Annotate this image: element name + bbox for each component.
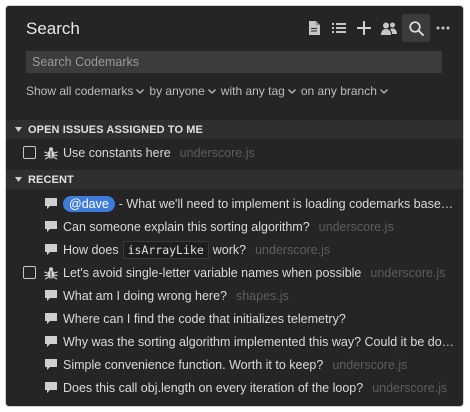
chevron-down-icon [287, 88, 296, 94]
list-item[interactable]: Why was the sorting algorithm implemente… [6, 330, 463, 353]
section-header-recent[interactable]: RECENT [6, 170, 463, 189]
list-item[interactable]: Use constants here underscore.js [6, 141, 463, 164]
collapse-triangle-icon [15, 127, 22, 132]
comment-icon [43, 357, 58, 372]
search-input[interactable] [26, 51, 442, 73]
more-icon[interactable] [431, 14, 455, 42]
file-name[interactable]: shapes.js [236, 289, 289, 303]
list-item[interactable]: What am I doing wrong here? shapes.js [6, 284, 463, 307]
mention-badge[interactable]: @dave [63, 195, 115, 212]
list-item[interactable]: Let's avoid single-letter variable names… [6, 261, 463, 284]
list-item[interactable]: Can someone explain this sorting algorit… [6, 215, 463, 238]
section-header-open-issues[interactable]: OPEN ISSUES ASSIGNED TO ME [6, 120, 463, 139]
file-name[interactable]: underscore.js [370, 266, 445, 280]
team-icon[interactable] [377, 14, 401, 42]
list-icon[interactable] [327, 14, 351, 42]
comment-icon [43, 196, 58, 211]
filter-branch-dropdown[interactable]: on any branch [301, 84, 388, 98]
filter-bar: Show all codemarks by anyone with any ta… [26, 84, 393, 98]
codemarks-search-panel: Search Show all codemark [6, 6, 463, 406]
file-name[interactable]: underscore.js [372, 381, 447, 395]
chevron-down-icon [136, 88, 145, 94]
list-item[interactable]: Does this call obj.length on every itera… [6, 376, 463, 399]
comment-icon [43, 311, 58, 326]
chevron-down-icon [207, 88, 216, 94]
comment-icon [43, 334, 58, 349]
comment-icon [43, 242, 58, 257]
list-item[interactable]: Where can I find the code that initializ… [6, 307, 463, 330]
inline-code: isArrayLike [122, 240, 209, 259]
panel-header: Search [6, 6, 463, 50]
file-name[interactable]: underscore.js [255, 243, 330, 257]
list-item[interactable]: How does isArrayLike work? underscore.js [6, 238, 463, 261]
toolbar [301, 14, 455, 42]
chevron-down-icon [379, 88, 388, 94]
list-item[interactable]: @dave - What we'll need to implement is … [6, 192, 463, 215]
issue-checkbox[interactable] [23, 146, 36, 159]
file-name[interactable]: underscore.js [180, 146, 255, 160]
bug-icon [43, 145, 58, 160]
comment-icon [43, 288, 58, 303]
plus-icon[interactable] [352, 14, 376, 42]
comment-icon [43, 219, 58, 234]
document-icon[interactable] [302, 14, 326, 42]
filter-codemarks-dropdown[interactable]: Show all codemarks [26, 84, 145, 98]
search-icon[interactable] [402, 14, 430, 42]
comment-icon [43, 380, 58, 395]
filter-author-dropdown[interactable]: by anyone [149, 84, 216, 98]
filter-tag-dropdown[interactable]: with any tag [221, 84, 296, 98]
collapse-triangle-icon [15, 177, 22, 182]
issue-checkbox[interactable] [23, 266, 36, 279]
file-name[interactable]: underscore.js [319, 220, 394, 234]
panel-title: Search [26, 19, 80, 38]
list-item[interactable]: Simple convenience function. Worth it to… [6, 353, 463, 376]
bug-icon [43, 265, 58, 280]
file-name[interactable]: underscore.js [332, 358, 407, 372]
